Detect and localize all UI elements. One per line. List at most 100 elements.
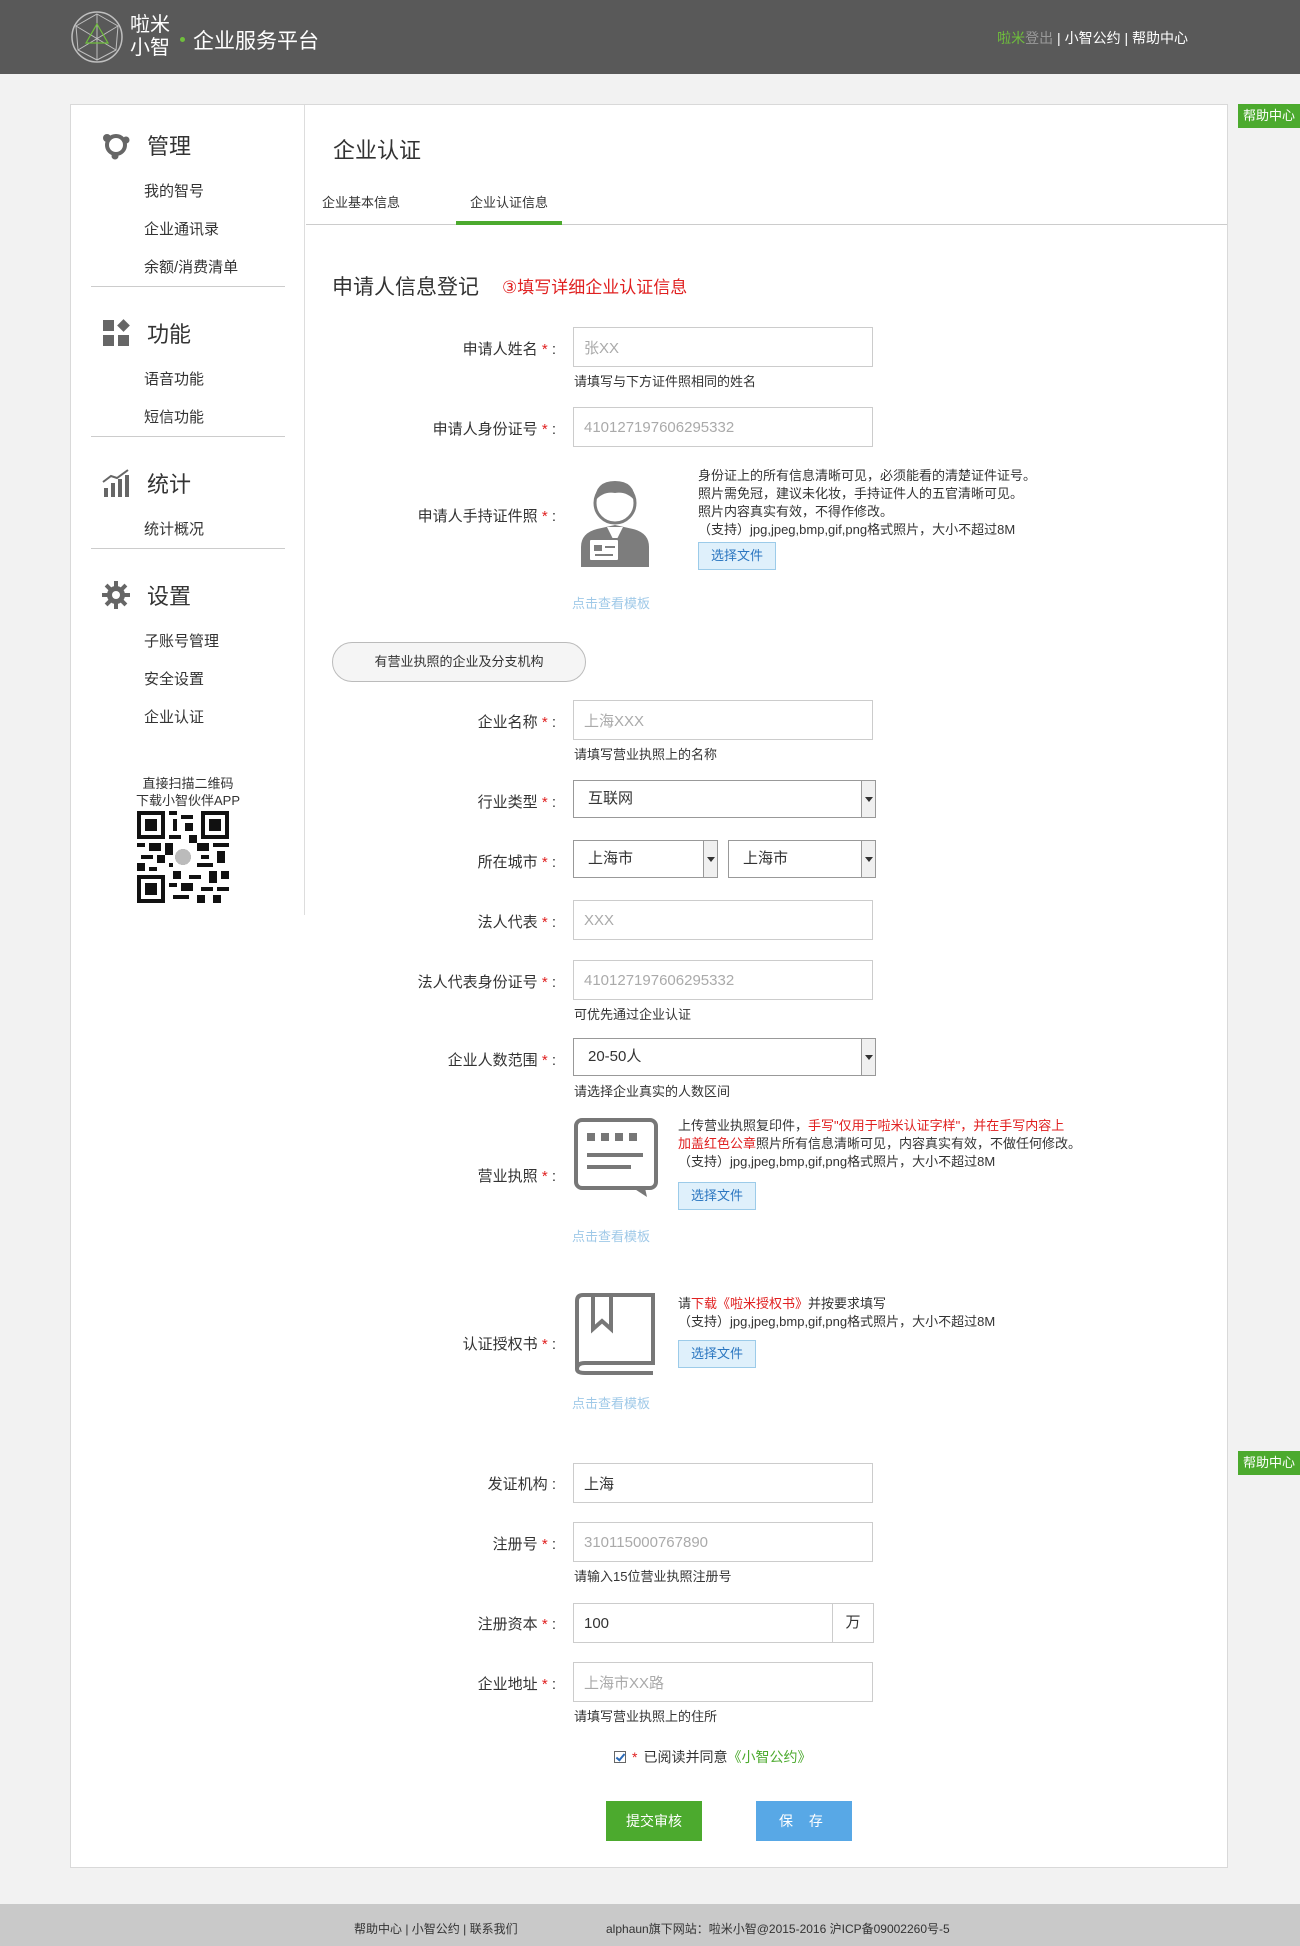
- main-content: 企业认证 企业基本信息 企业认证信息 申请人信息登记 ③填写详细企业认证信息 申…: [306, 105, 1227, 1867]
- legal-rep-input[interactable]: [573, 900, 873, 940]
- tab-bar: 企业基本信息 企业认证信息: [306, 185, 1227, 225]
- label-applicant-photo: 申请人手持证件照 * :: [417, 508, 556, 525]
- label-authorization: 认证授权书 * :: [462, 1336, 556, 1353]
- sidebar-group-settings: 设置 子账号管理 安全设置 企业认证: [91, 575, 285, 737]
- label-business-license: 营业执照 * :: [477, 1168, 556, 1185]
- download-authorization-link[interactable]: 下载《啦米授权书》: [691, 1296, 808, 1311]
- label-headcount: 企业人数范围 * :: [447, 1052, 556, 1069]
- section-title: 申请人信息登记: [332, 276, 479, 299]
- label-legal-rep: 法人代表 * :: [477, 914, 556, 931]
- label-company-name: 企业名称 * :: [477, 714, 556, 731]
- sidebar-item-voice[interactable]: 语音功能: [91, 361, 285, 399]
- qr-code-icon: [137, 811, 229, 903]
- sidebar-group-title: 管理: [147, 134, 192, 159]
- sidebar-group-title: 统计: [147, 472, 192, 497]
- tab-certification-info[interactable]: 企业认证信息: [456, 185, 562, 225]
- sidebar-item-contacts[interactable]: 企业通讯录: [91, 211, 285, 249]
- choose-file-button-authorization[interactable]: 选择文件: [678, 1340, 756, 1368]
- org-type-pill[interactable]: 有营业执照的企业及分支机构: [332, 642, 586, 682]
- province-select[interactable]: 上海市: [573, 840, 718, 878]
- link-agreement[interactable]: 小智公约: [1065, 30, 1121, 46]
- chevron-down-icon: [861, 781, 875, 817]
- view-template-link-authorization[interactable]: 点击查看模板: [572, 1393, 650, 1412]
- help-float-button-2[interactable]: 帮助中心: [1238, 1451, 1300, 1475]
- legal-rep-id-hint: 可优先通过企业认证: [574, 1007, 692, 1022]
- sidebar-item-my-number[interactable]: 我的智号: [91, 173, 285, 211]
- page-title: 企业认证: [333, 138, 422, 163]
- legal-rep-id-input[interactable]: [573, 960, 873, 1000]
- label-applicant-id: 申请人身份证号 * :: [432, 421, 556, 438]
- footer-links[interactable]: 帮助中心 | 小智公约 | 联系我们: [354, 1920, 518, 1937]
- label-reg-capital: 注册资本 * :: [477, 1616, 556, 1633]
- label-reg-number: 注册号 * :: [492, 1536, 556, 1553]
- link-help[interactable]: 帮助中心: [1132, 30, 1188, 46]
- statistics-icon: [102, 469, 129, 497]
- chevron-down-icon: [861, 1039, 875, 1075]
- tab-basic-info[interactable]: 企业基本信息: [306, 185, 416, 225]
- issuer-input[interactable]: [573, 1463, 873, 1503]
- save-button[interactable]: 保 存: [756, 1801, 852, 1841]
- sidebar-group-statistics: 统计 统计概况: [91, 463, 285, 549]
- qr-caption: 直接扫描二维码 下载小智伙伴APP: [135, 776, 240, 808]
- sidebar-group-management: 管理 我的智号 企业通讯录 余额/消费清单: [91, 125, 285, 287]
- gear-icon: [102, 581, 130, 609]
- agreement-link[interactable]: 《小智公约》: [727, 1747, 811, 1767]
- company-name-hint: 请填写营业执照上的名称: [574, 747, 718, 762]
- address-hint: 请填写营业执照上的住所: [574, 1709, 718, 1724]
- top-links: 啦米登出 | 小智公约 | 帮助中心: [997, 30, 1188, 46]
- reg-capital-input[interactable]: [573, 1603, 833, 1643]
- applicant-name-hint: 请填写与下方证件照相同的姓名: [574, 374, 757, 389]
- headcount-select[interactable]: 20-50人: [573, 1038, 876, 1076]
- management-icon: [103, 134, 130, 160]
- address-input[interactable]: [573, 1662, 873, 1702]
- chevron-down-icon: [703, 841, 717, 877]
- applicant-photo-desc: 身份证上的所有信息清晰可见，必须能看的清楚证件证号。 照片需免冠，建议未化妆，手…: [698, 468, 1037, 537]
- choose-file-button-license[interactable]: 选择文件: [678, 1182, 756, 1210]
- view-template-link-license[interactable]: 点击查看模板: [572, 1226, 650, 1245]
- label-address: 企业地址 * :: [477, 1676, 556, 1693]
- sidebar-item-subaccounts[interactable]: 子账号管理: [91, 623, 285, 661]
- label-industry: 行业类型 * :: [477, 794, 556, 811]
- content-panel: 管理 我的智号 企业通讯录 余额/消费清单 功能 语音功能 短信功能 统计 统计…: [70, 104, 1228, 1868]
- footer: 帮助中心 | 小智公约 | 联系我们 alphaun旗下网站：啦米小智@2015…: [0, 1904, 1300, 1946]
- label-applicant-name: 申请人姓名 * :: [462, 341, 556, 358]
- sidebar-item-certification[interactable]: 企业认证: [91, 699, 285, 737]
- industry-select[interactable]: 互联网: [573, 780, 876, 818]
- label-city: 所在城市 * :: [477, 854, 556, 871]
- sidebar-item-balance[interactable]: 余额/消费清单: [91, 249, 285, 287]
- sidebar-item-sms[interactable]: 短信功能: [91, 399, 285, 437]
- link-logout[interactable]: 登出: [1025, 30, 1053, 46]
- logo-icon: [71, 11, 123, 63]
- reg-number-input[interactable]: [573, 1522, 873, 1562]
- label-issuer: 发证机构 :: [487, 1476, 556, 1493]
- link-lami[interactable]: 啦米: [997, 30, 1025, 46]
- logo-text: 啦米 小智: [130, 14, 170, 59]
- sidebar-group-title: 功能: [147, 322, 192, 347]
- company-name-input[interactable]: [573, 700, 873, 740]
- business-license-desc: 上传营业执照复印件，手写"仅用于啦米认证字样"，并在手写内容上 加盖红色公章照片…: [678, 1118, 1082, 1169]
- license-card-icon: [574, 1118, 658, 1197]
- label-legal-rep-id: 法人代表身份证号 * :: [417, 974, 556, 991]
- reg-capital-unit: 万: [832, 1603, 874, 1643]
- book-icon: [574, 1293, 655, 1375]
- choose-file-button-photo[interactable]: 选择文件: [698, 542, 776, 570]
- sidebar-item-security[interactable]: 安全设置: [91, 661, 285, 699]
- top-header: 啦米 小智 企业服务平台 啦米登出 | 小智公约 | 帮助中心: [0, 0, 1300, 74]
- submit-review-button[interactable]: 提交审核: [606, 1801, 702, 1841]
- view-template-link-photo[interactable]: 点击查看模板: [572, 593, 650, 612]
- city-select[interactable]: 上海市: [728, 840, 876, 878]
- platform-title: 企业服务平台: [193, 30, 319, 53]
- logo-dot: [180, 37, 185, 42]
- headcount-hint: 请选择企业真实的人数区间: [574, 1084, 731, 1099]
- sidebar: 管理 我的智号 企业通讯录 余额/消费清单 功能 语音功能 短信功能 统计 统计…: [71, 105, 305, 915]
- sidebar-item-overview[interactable]: 统计概况: [91, 511, 285, 549]
- agree-checkbox[interactable]: [614, 1751, 626, 1763]
- sidebar-group-title: 设置: [147, 584, 192, 609]
- sidebar-group-functions: 功能 语音功能 短信功能: [91, 313, 285, 437]
- chevron-down-icon: [861, 841, 875, 877]
- reg-number-hint: 请输入15位营业执照注册号: [574, 1569, 732, 1584]
- section-note: ③填写详细企业认证信息: [502, 278, 688, 297]
- help-float-button[interactable]: 帮助中心: [1238, 104, 1300, 128]
- applicant-name-input[interactable]: [573, 327, 873, 367]
- applicant-id-input[interactable]: [573, 407, 873, 447]
